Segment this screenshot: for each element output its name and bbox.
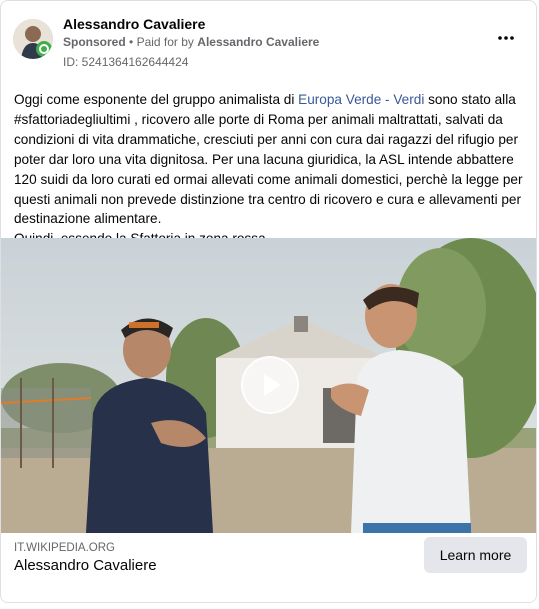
more-horizontal-icon[interactable]: [494, 31, 518, 45]
post-text-part2: sono stato alla #sfattoriadegliultimi , …: [14, 92, 523, 227]
post-text: Oggi come esponente del gruppo animalist…: [14, 90, 528, 249]
sponsored-post-card: Alessandro Cavaliere Sponsored • Paid fo…: [0, 0, 537, 603]
europa-verde-link[interactable]: Europa Verde - Verdi: [298, 92, 424, 107]
link-title[interactable]: Alessandro Cavaliere: [14, 557, 157, 574]
avatar[interactable]: [13, 19, 53, 59]
paid-for-prefix: Paid for by: [136, 35, 194, 49]
learn-more-button[interactable]: Learn more: [424, 537, 527, 573]
link-preview-footer[interactable]: IT.WIKIPEDIA.ORG Alessandro Cavaliere Le…: [1, 533, 536, 602]
ad-id: ID: 5241364162644424: [63, 55, 189, 69]
sponsored-label: Sponsored: [63, 35, 126, 49]
sponsored-line: Sponsored • Paid for by Alessandro Caval…: [63, 35, 319, 49]
play-icon[interactable]: [241, 356, 299, 414]
author-name[interactable]: Alessandro Cavaliere: [63, 16, 205, 32]
paid-for-name[interactable]: Alessandro Cavaliere: [197, 35, 319, 49]
post-text-part1: Oggi come esponente del gruppo animalist…: [14, 92, 299, 107]
separator: •: [129, 35, 134, 49]
post-header: Alessandro Cavaliere Sponsored • Paid fo…: [13, 16, 524, 73]
link-domain: IT.WIKIPEDIA.ORG: [14, 542, 115, 554]
